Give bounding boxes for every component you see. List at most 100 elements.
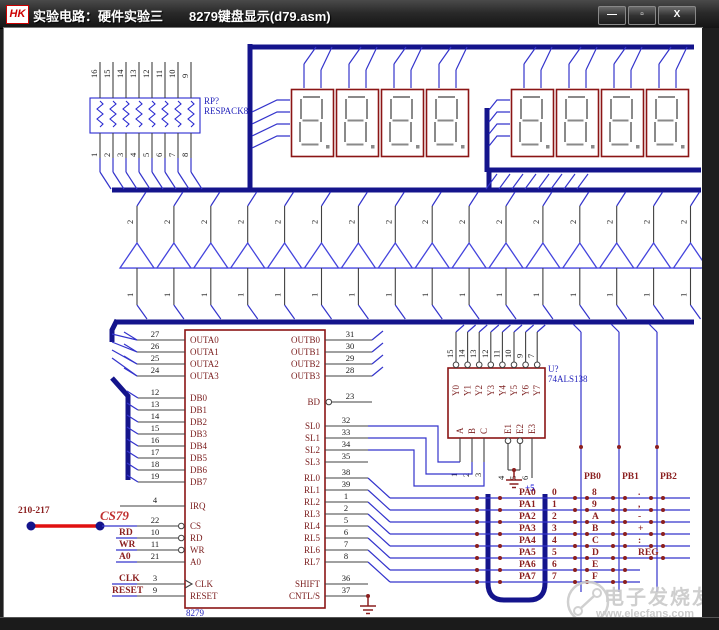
svg-text:Y1: Y1 [463,385,473,396]
decoder-74als138: U? 74ALS138 15 Y0 14 Y1 [368,325,588,493]
respack-resistor: 13 4 [128,62,150,189]
keypad-row[interactable]: PA4 4 C [368,526,640,548]
svg-text:DB7: DB7 [190,477,208,487]
keypad-row[interactable]: PA3 3 B [368,514,640,536]
svg-text:1: 1 [552,500,557,510]
keypad-row[interactable]: PA7 7 F [368,562,640,584]
svg-text:CS: CS [190,521,201,531]
close-button[interactable]: X [658,6,696,25]
pin-ctrl: 22 CS [137,515,201,531]
svg-text:RL6: RL6 [304,545,321,555]
keypad-row[interactable]: PA6 6 E [368,550,640,572]
svg-text:F: F [592,572,598,582]
buffer-unit: 2 1 [194,192,228,319]
svg-text:37: 37 [342,585,351,595]
keypad-row[interactable]: PA5 5 D [368,538,640,560]
cs79-label: CS79 [100,508,129,523]
minimize-button[interactable]: — [598,6,626,25]
app-icon: HK [6,5,29,24]
svg-text:16: 16 [89,70,99,79]
svg-text:2: 2 [346,220,356,224]
watermark-text: 电子发烧友 [604,585,702,609]
svg-text:38: 38 [342,467,351,477]
pin-outa: 27 OUTA0 [124,329,219,345]
pin-irq: 4 IRQ [120,495,206,511]
keypad-key-col3[interactable]: + [638,524,690,536]
svg-text:18: 18 [151,459,160,469]
keypad-key-col3[interactable]: : [638,536,690,548]
keypad-key-col3[interactable]: REG [638,548,690,560]
buffer-unit: 2 1 [563,192,597,319]
svg-text:DB4: DB4 [190,441,208,451]
window-right-border [702,28,719,630]
svg-text:E2: E2 [515,424,525,434]
maximize-button[interactable]: ▫ [628,6,656,25]
svg-text:1: 1 [457,293,467,297]
buffer-unit: 2 1 [637,192,671,319]
schematic-canvas: 16 1 15 2 [4,28,702,617]
pin-cntl: 37 CNTL/S [289,585,376,614]
svg-text:Y3: Y3 [486,385,496,396]
svg-text:7: 7 [526,354,536,358]
reset-label: RESET [112,586,144,596]
svg-text:19: 19 [151,471,160,481]
chip-8279-name: 8279 [186,608,205,617]
svg-text:OUTB1: OUTB1 [291,347,320,357]
svg-text:1: 1 [679,293,689,297]
svg-text:A: A [592,512,599,522]
keypad-row[interactable]: PA2 2 A [368,502,640,524]
buffer-unit: 2 1 [378,192,412,319]
respack: 16 1 15 2 [89,62,249,189]
svg-text:PA2: PA2 [519,512,536,522]
svg-text:15: 15 [102,70,112,79]
svg-text:12: 12 [480,350,490,359]
svg-text:5: 5 [141,153,151,157]
pin-db: 12 DB0 [127,387,208,403]
svg-text:1: 1 [420,293,430,297]
svg-text:Y7: Y7 [532,385,542,396]
svg-text:6: 6 [552,560,557,570]
keypad-key-col3[interactable]: . [638,488,690,500]
keypad-key-col3[interactable]: - [638,512,690,524]
a0-label: A0 [119,552,131,562]
keypad-row[interactable]: PA1 1 9 [368,490,640,512]
svg-text:PA6: PA6 [519,560,536,570]
pin-bd: 23 BD [307,391,372,407]
svg-text:29: 29 [346,353,355,363]
svg-text:4: 4 [153,495,158,505]
decoder-abc-pin: 3 C [473,428,489,477]
svg-text:22: 22 [151,515,160,525]
svg-text:PB0: PB0 [584,472,601,482]
svg-text:8: 8 [344,551,348,561]
svg-text:1: 1 [642,293,652,297]
svg-text:1: 1 [531,293,541,297]
window-title: 实验电路：硬件实验三8279键盘显示(d79.asm) [33,6,331,25]
svg-text:E: E [592,560,598,570]
svg-text:CNTL/S: CNTL/S [289,591,320,601]
svg-text:1: 1 [125,293,135,297]
svg-text:OUTA2: OUTA2 [190,359,219,369]
buffer-unit: 2 1 [268,192,302,319]
keypad-column: PB1 [611,324,639,592]
svg-text:17: 17 [151,447,160,457]
display-left [292,47,469,157]
respack-resistor: 16 1 [89,62,111,189]
svg-text:2: 2 [344,503,348,513]
svg-text:2: 2 [679,220,689,224]
keypad-key-col3[interactable]: , [638,500,690,512]
svg-text:12: 12 [151,387,160,397]
pin-shift: 36 SHIFT [295,573,368,589]
svg-text:13: 13 [128,70,138,79]
svg-text:2: 2 [457,220,467,224]
svg-text:2: 2 [162,220,172,224]
svg-text:7: 7 [552,572,557,582]
wr-label: WR [119,540,136,550]
svg-text:7: 7 [344,539,348,549]
svg-text:1: 1 [236,293,246,297]
window-titlebar[interactable]: HK 实验电路：硬件实验三8279键盘显示(d79.asm) — ▫ X [0,0,719,29]
svg-text:RD: RD [190,533,203,543]
svg-text:B: B [467,428,477,434]
svg-text:DB5: DB5 [190,453,208,463]
svg-text:PA7: PA7 [519,572,536,582]
svg-text:SL0: SL0 [305,421,321,431]
